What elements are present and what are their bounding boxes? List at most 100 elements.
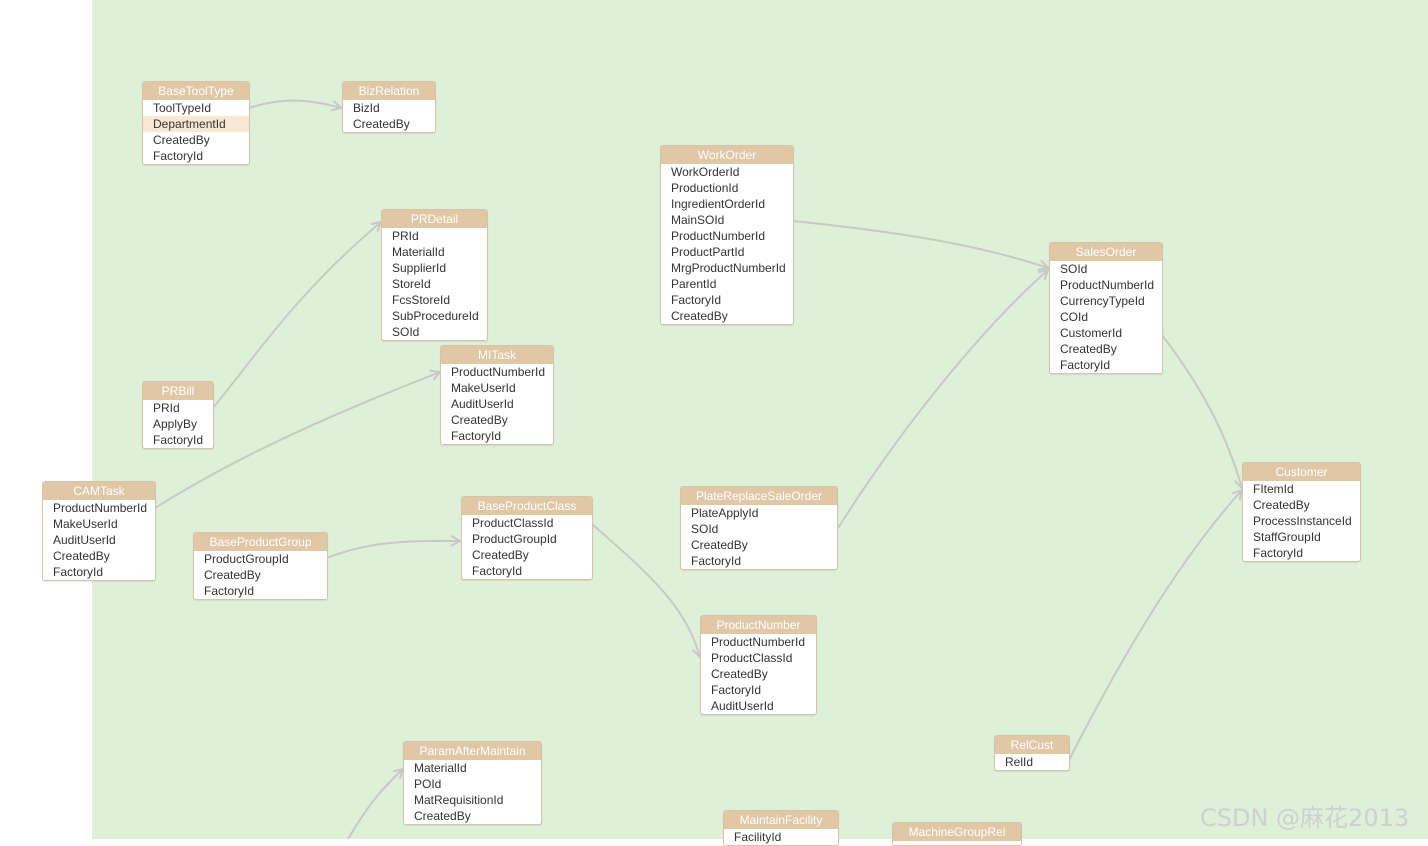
- field-row[interactable]: FItemId: [1243, 481, 1360, 497]
- field-row[interactable]: StoreId: [382, 276, 487, 292]
- table-header[interactable]: Customer: [1243, 463, 1360, 481]
- field-row[interactable]: CreatedBy: [1050, 341, 1162, 357]
- field-row[interactable]: ProcessInstanceId: [1243, 513, 1360, 529]
- field-row[interactable]: MainSOId: [661, 212, 793, 228]
- field-row[interactable]: FactoryId: [661, 292, 793, 308]
- table-header[interactable]: PRBill: [143, 382, 213, 400]
- field-row[interactable]: MakeUserId: [43, 516, 155, 532]
- field-row[interactable]: FcsStoreId: [382, 292, 487, 308]
- field-row[interactable]: CreatedBy: [143, 132, 249, 148]
- field-row[interactable]: CreatedBy: [194, 567, 327, 583]
- table-header[interactable]: RelCust: [995, 736, 1069, 754]
- table-platereplacesaleorder[interactable]: PlateReplaceSaleOrder PlateApplyId SOId …: [680, 486, 838, 570]
- field-row[interactable]: ProductNumberId: [441, 364, 553, 380]
- field-row[interactable]: AuditUserId: [701, 698, 816, 714]
- field-row[interactable]: FactoryId: [681, 553, 837, 569]
- field-row[interactable]: ProductNumberId: [1050, 277, 1162, 293]
- table-header[interactable]: BaseProductClass: [462, 497, 592, 515]
- table-relcust[interactable]: RelCust RelId: [994, 735, 1070, 771]
- field-row[interactable]: ProductionId: [661, 180, 793, 196]
- table-baseproductgroup[interactable]: BaseProductGroup ProductGroupId CreatedB…: [193, 532, 328, 600]
- field-row[interactable]: CreatedBy: [43, 548, 155, 564]
- table-header[interactable]: PRDetail: [382, 210, 487, 228]
- table-basetooltype[interactable]: BaseToolType ToolTypeId DepartmentId Cre…: [142, 81, 250, 165]
- field-row[interactable]: CurrencyTypeId: [1050, 293, 1162, 309]
- field-row[interactable]: PRId: [143, 400, 213, 416]
- field-row[interactable]: MrgProductNumberId: [661, 260, 793, 276]
- table-machinegrouprel[interactable]: MachineGroupRel: [892, 822, 1022, 846]
- table-header[interactable]: WorkOrder: [661, 146, 793, 164]
- table-header[interactable]: BaseProductGroup: [194, 533, 327, 551]
- table-header[interactable]: MachineGroupRel: [893, 823, 1021, 841]
- table-bizrelation[interactable]: BizRelation BizId CreatedBy: [342, 81, 436, 133]
- field-row[interactable]: PlateApplyId: [681, 505, 837, 521]
- table-paramaftermaintain[interactable]: ParamAfterMaintain MaterialId POId MatRe…: [403, 741, 542, 825]
- table-header[interactable]: CAMTask: [43, 482, 155, 500]
- field-row[interactable]: SOId: [1050, 261, 1162, 277]
- table-header[interactable]: ParamAfterMaintain: [404, 742, 541, 760]
- field-row[interactable]: CreatedBy: [462, 547, 592, 563]
- field-row[interactable]: CreatedBy: [404, 808, 541, 824]
- field-row[interactable]: COId: [1050, 309, 1162, 325]
- field-row[interactable]: FactoryId: [43, 564, 155, 580]
- field-row[interactable]: StaffGroupId: [1243, 529, 1360, 545]
- field-row[interactable]: FactoryId: [462, 563, 592, 579]
- field-row[interactable]: CustomerId: [1050, 325, 1162, 341]
- table-header[interactable]: PlateReplaceSaleOrder: [681, 487, 837, 505]
- field-row[interactable]: MakeUserId: [441, 380, 553, 396]
- field-row[interactable]: ProductGroupId: [194, 551, 327, 567]
- table-header[interactable]: MaintainFacility: [724, 811, 838, 829]
- field-row[interactable]: SOId: [681, 521, 837, 537]
- table-prbill[interactable]: PRBill PRId ApplyBy FactoryId: [142, 381, 214, 449]
- field-row[interactable]: CreatedBy: [441, 412, 553, 428]
- table-header[interactable]: SalesOrder: [1050, 243, 1162, 261]
- table-header[interactable]: ProductNumber: [701, 616, 816, 634]
- field-row[interactable]: ToolTypeId: [143, 100, 249, 116]
- table-customer[interactable]: Customer FItemId CreatedBy ProcessInstan…: [1242, 462, 1361, 562]
- field-row[interactable]: MaterialId: [404, 760, 541, 776]
- field-row[interactable]: PRId: [382, 228, 487, 244]
- field-row[interactable]: FactoryId: [701, 682, 816, 698]
- field-row[interactable]: ProductNumberId: [701, 634, 816, 650]
- field-row[interactable]: FacilityId: [724, 829, 838, 845]
- field-row[interactable]: CreatedBy: [681, 537, 837, 553]
- field-row[interactable]: CreatedBy: [343, 116, 435, 132]
- field-row[interactable]: MaterialId: [382, 244, 487, 260]
- field-row[interactable]: CreatedBy: [1243, 497, 1360, 513]
- table-header[interactable]: BaseToolType: [143, 82, 249, 100]
- field-row[interactable]: CreatedBy: [661, 308, 793, 324]
- field-row[interactable]: DepartmentId: [143, 116, 249, 132]
- field-row[interactable]: AuditUserId: [43, 532, 155, 548]
- field-row[interactable]: WorkOrderId: [661, 164, 793, 180]
- field-row[interactable]: ProductClassId: [462, 515, 592, 531]
- field-row[interactable]: ProductNumberId: [661, 228, 793, 244]
- field-row[interactable]: FactoryId: [1050, 357, 1162, 373]
- field-row[interactable]: ProductNumberId: [43, 500, 155, 516]
- table-maintainfacility[interactable]: MaintainFacility FacilityId: [723, 810, 839, 846]
- field-row[interactable]: SupplierId: [382, 260, 487, 276]
- field-row[interactable]: FactoryId: [143, 148, 249, 164]
- table-header[interactable]: MITask: [441, 346, 553, 364]
- field-row[interactable]: ProductPartId: [661, 244, 793, 260]
- field-row[interactable]: ProductGroupId: [462, 531, 592, 547]
- field-row[interactable]: FactoryId: [1243, 545, 1360, 561]
- field-row[interactable]: FactoryId: [441, 428, 553, 444]
- field-row[interactable]: IngredientOrderId: [661, 196, 793, 212]
- field-row[interactable]: POId: [404, 776, 541, 792]
- field-row[interactable]: SubProcedureId: [382, 308, 487, 324]
- table-workorder[interactable]: WorkOrder WorkOrderId ProductionId Ingre…: [660, 145, 794, 325]
- field-row[interactable]: BizId: [343, 100, 435, 116]
- field-row[interactable]: SOId: [382, 324, 487, 340]
- field-row[interactable]: RelId: [995, 754, 1069, 770]
- table-mitask[interactable]: MITask ProductNumberId MakeUserId AuditU…: [440, 345, 554, 445]
- field-row[interactable]: ProductClassId: [701, 650, 816, 666]
- field-row[interactable]: MatRequisitionId: [404, 792, 541, 808]
- field-row[interactable]: FactoryId: [143, 432, 213, 448]
- table-baseproductclass[interactable]: BaseProductClass ProductClassId ProductG…: [461, 496, 593, 580]
- table-salesorder[interactable]: SalesOrder SOId ProductNumberId Currency…: [1049, 242, 1163, 374]
- field-row[interactable]: AuditUserId: [441, 396, 553, 412]
- field-row[interactable]: CreatedBy: [701, 666, 816, 682]
- table-camtask[interactable]: CAMTask ProductNumberId MakeUserId Audit…: [42, 481, 156, 581]
- field-row[interactable]: ParentId: [661, 276, 793, 292]
- table-header[interactable]: BizRelation: [343, 82, 435, 100]
